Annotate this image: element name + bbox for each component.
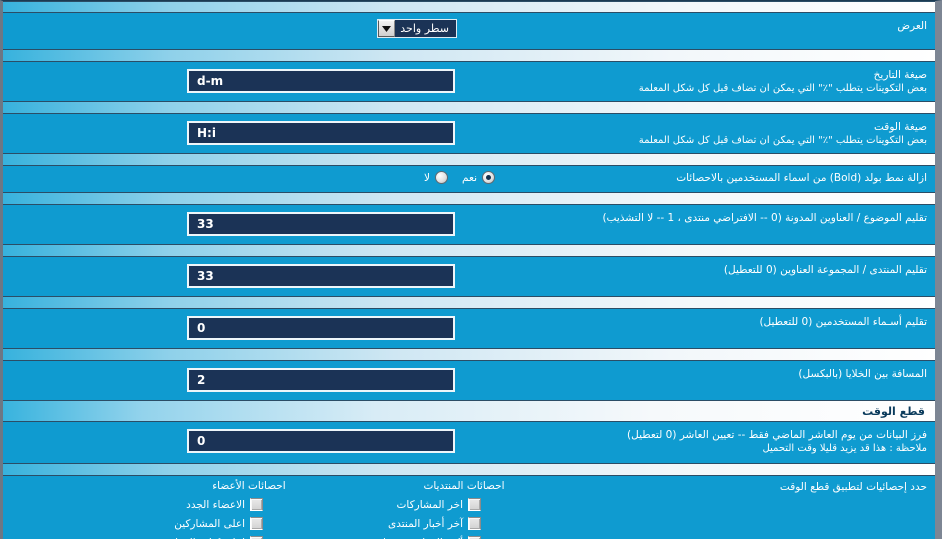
checkbox-label: آخر أخبار المنتدى: [388, 517, 463, 530]
chevron-down-icon[interactable]: [378, 20, 396, 37]
display-label: العرض: [897, 20, 927, 32]
radio-yes[interactable]: [482, 171, 495, 184]
checkbox-label: الاعضاء الجدد: [186, 498, 245, 511]
section-header-timecut: قطع الوقت: [3, 400, 935, 422]
timecut-label: فرز البيانات من يوم العاشر الماضي فقط --…: [483, 422, 927, 455]
checkbox-icon[interactable]: [468, 498, 481, 511]
row-bold-removal: ازالة نمط بولد (Bold) من اسماء المستخدمي…: [3, 166, 935, 192]
separator-2: [3, 101, 935, 114]
display-select-value: سطر واحد: [400, 22, 449, 35]
checkbox-label: أكثر المواضيع مشاهدة: [367, 536, 464, 539]
settings-page: العرض سطر واحد صيغة التاريخ بعض التكوينا…: [0, 0, 942, 539]
cell-spacing-input[interactable]: [187, 368, 455, 392]
time-format-label: صيغة الوقت بعض التكوينات يتطلب "٪" التي …: [483, 114, 927, 147]
separator-5: [3, 244, 935, 257]
radio-yes-label: نعم: [462, 171, 477, 184]
time-format-input[interactable]: [187, 121, 455, 145]
separator-1: [3, 49, 935, 62]
row-time-format: صيغة الوقت بعض التكوينات يتطلب "٪" التي …: [3, 114, 935, 153]
radio-no-label: لا: [424, 171, 431, 184]
date-format-label: صيغة التاريخ بعض التكوينات يتطلب "٪" الت…: [483, 62, 927, 95]
time-format-title: صيغة الوقت: [874, 121, 927, 133]
checkbox-icon[interactable]: [250, 517, 263, 530]
column-forum-stats-header: احصائات المنتديات: [423, 480, 505, 492]
checkbox-row-forums-1[interactable]: آخر أخبار المنتدى: [365, 514, 565, 533]
checkbox-row-forums-2[interactable]: أكثر المواضيع مشاهدة: [365, 533, 565, 539]
row-trim-username: تقليم أسـماء المستخدمين (0 للتعطيل): [3, 309, 935, 348]
separator-7: [3, 348, 935, 361]
radio-no[interactable]: [435, 171, 449, 184]
display-select[interactable]: سطر واحد: [377, 19, 457, 38]
timecut-label-line2: ملاحظة : هذا قد يزيد قليلا وقت التحميل: [762, 443, 927, 454]
checkbox-label: اعلى كتاب المواضيع: [157, 536, 245, 539]
timecut-label-line1: فرز البيانات من يوم العاشر الماضي فقط --…: [627, 429, 927, 441]
date-format-title: صيغة التاريخ: [873, 69, 927, 81]
timecut-stats-area: حدد إحصائيات لتطبيق قطع الوقت احصائات ال…: [3, 476, 935, 539]
separator-6: [3, 296, 935, 309]
trim-forum-input[interactable]: [187, 264, 455, 288]
time-format-hint: بعض التكوينات يتطلب "٪" التي يمكن ان تضا…: [638, 135, 927, 146]
row-display: العرض سطر واحد: [3, 13, 935, 49]
separator-3: [3, 153, 935, 166]
row-cell-spacing: المسافة بين الخلايا (بالبكسل): [3, 361, 935, 400]
cell-spacing-label: المسافة بين الخلايا (بالبكسل): [798, 368, 927, 380]
checkbox-row-forums-0[interactable]: اخر المشاركات: [365, 495, 565, 514]
separator-top: [3, 1, 935, 13]
checkbox-icon[interactable]: [468, 517, 481, 530]
column-forum-stats: احصائات المنتديات اخر المشاركات آخر أخبا…: [365, 478, 565, 539]
cell-spacing-field-cell: [187, 368, 455, 392]
trim-username-input[interactable]: [187, 316, 455, 340]
row-trim-thread: تقليم الموضوع / العناوين المدونة (0 -- ا…: [3, 205, 935, 244]
trim-thread-input[interactable]: [187, 212, 455, 236]
trim-forum-label: تقليم المنتدى / المجموعة العناوين (0 للت…: [723, 264, 927, 276]
checkbox-label: اعلى المشاركين: [174, 517, 245, 530]
row-timecut: فرز البيانات من يوم العاشر الماضي فقط --…: [3, 422, 935, 463]
checkbox-row-members-1[interactable]: اعلى المشاركين: [165, 514, 335, 533]
checkbox-icon[interactable]: [250, 498, 263, 511]
bold-removal-radio-group[interactable]: نعم لا: [414, 171, 495, 184]
trim-thread-field-cell: [187, 212, 455, 236]
trim-username-label: تقليم أسـماء المستخدمين (0 للتعطيل): [759, 316, 927, 328]
checkbox-row-members-0[interactable]: الاعضاء الجدد: [165, 495, 335, 514]
column-member-stats-header: احصائات الأعضاء: [212, 480, 286, 492]
date-format-field-cell: [187, 69, 455, 93]
column-member-stats: احصائات الأعضاء الاعضاء الجدد اعلى المشا…: [157, 478, 335, 539]
checkbox-row-members-2[interactable]: اعلى كتاب المواضيع: [157, 533, 335, 539]
trim-username-field-cell: [187, 316, 455, 340]
timecut-field-cell: [187, 429, 455, 453]
row-trim-forum: تقليم المنتدى / المجموعة العناوين (0 للت…: [3, 257, 935, 296]
checkbox-label: اخر المشاركات: [396, 498, 463, 511]
time-format-field-cell: [187, 121, 455, 145]
row-date-format: صيغة التاريخ بعض التكوينات يتطلب "٪" الت…: [3, 62, 935, 101]
timecut-input[interactable]: [187, 429, 455, 453]
separator-8: [3, 463, 935, 476]
date-format-input[interactable]: [187, 69, 455, 93]
separator-4: [3, 192, 935, 205]
section-header-timecut-label: قطع الوقت: [862, 405, 925, 418]
bold-removal-label: ازالة نمط بولد (Bold) من اسماء المستخدمي…: [676, 172, 927, 184]
date-format-hint: بعض التكوينات يتطلب "٪" التي يمكن ان تضا…: [638, 83, 927, 94]
trim-forum-field-cell: [187, 264, 455, 288]
trim-thread-label: تقليم الموضوع / العناوين المدونة (0 -- ا…: [602, 212, 927, 224]
